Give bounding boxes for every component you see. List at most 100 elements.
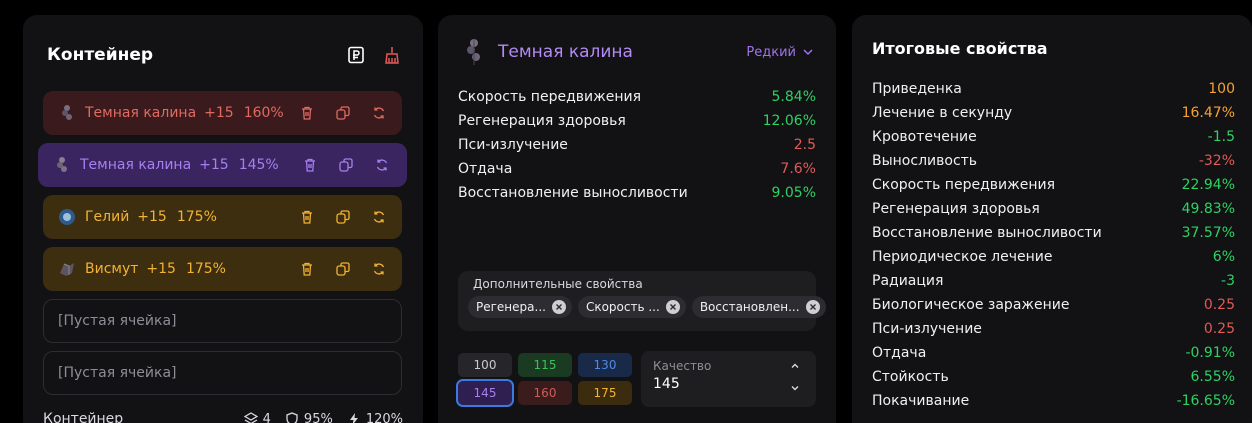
property-label: Пси-излучение xyxy=(458,137,568,153)
extra-property-chip[interactable]: Скорость ... xyxy=(577,296,686,318)
slot-name: Гелий xyxy=(85,209,130,225)
property-row: Лечение в секунду 16.47% xyxy=(872,101,1235,125)
close-icon[interactable] xyxy=(665,300,680,314)
container-slot[interactable]: Темная калина +15 160% xyxy=(43,91,402,135)
slots-value: 4 xyxy=(262,411,271,423)
copy-icon[interactable] xyxy=(336,210,350,224)
extra-property-chip[interactable]: Восстановлен... xyxy=(691,296,826,318)
property-row: Кровотечение -1.5 xyxy=(872,125,1235,149)
property-row: Отдача -0.91% xyxy=(872,341,1235,365)
empty-slot[interactable]: [Пустая ячейка] xyxy=(43,351,402,395)
slot-level: +15 xyxy=(199,157,229,173)
property-value: -3 xyxy=(1221,273,1235,289)
slot-level: +15 xyxy=(204,105,234,121)
property-row: Пси-излучение 0.25 xyxy=(872,317,1235,341)
property-value: -16.65% xyxy=(1176,393,1235,409)
trash-icon[interactable] xyxy=(300,210,314,224)
slot-level: +15 xyxy=(137,209,167,225)
copy-icon[interactable] xyxy=(336,106,350,120)
property-row: Стойкость 6.55% xyxy=(872,365,1235,389)
property-row: Покачивание -16.65% xyxy=(872,389,1235,413)
quality-button-160[interactable]: 160 xyxy=(518,381,572,405)
chevron-up-icon[interactable] xyxy=(790,361,800,371)
artifact-icon xyxy=(462,38,486,66)
helium-thumbnail-icon xyxy=(57,207,77,227)
property-row: Регенерация здоровья 12.06% xyxy=(458,109,816,133)
trash-icon[interactable] xyxy=(303,158,317,172)
copy-icon[interactable] xyxy=(339,158,353,172)
artifact-properties-list: Скорость передвижения 5.84% Регенерация зд… xyxy=(458,85,816,205)
trash-icon[interactable] xyxy=(300,262,314,276)
property-label: Отдача xyxy=(458,161,513,177)
totals-list: Приведенка 100 Лечение в секунду 16.47% Кров… xyxy=(872,77,1235,413)
copy-icon[interactable] xyxy=(336,262,350,276)
property-row: Биологическое заражение 0.25 xyxy=(872,293,1235,317)
container-slot-selected[interactable]: Темная калина +15 145% xyxy=(38,143,407,187)
chip-label: Восстановлен... xyxy=(699,300,800,314)
container-slot[interactable]: Гелий +15 175% xyxy=(43,195,402,239)
artifact-panel: Темная калина Редкий Скорость передвижен… xyxy=(438,15,836,423)
close-icon[interactable] xyxy=(805,300,820,314)
quality-button-175[interactable]: 175 xyxy=(578,381,632,405)
property-value: 37.57% xyxy=(1181,225,1235,241)
close-icon[interactable] xyxy=(551,300,566,314)
ruble-icon[interactable] xyxy=(347,46,365,64)
chevron-down-icon[interactable] xyxy=(790,383,800,393)
container-header: Контейнер xyxy=(47,43,401,67)
quality-value: 145 xyxy=(653,376,680,392)
slot-level: +15 xyxy=(146,261,176,277)
slot-name: Темная калина xyxy=(80,157,192,173)
totals-title: Итоговые свойства xyxy=(872,39,1048,58)
property-value: 0.25 xyxy=(1203,297,1235,313)
broom-icon[interactable] xyxy=(383,46,401,64)
slot-quality: 160% xyxy=(243,105,284,121)
property-value: -32% xyxy=(1198,153,1235,169)
layers-icon xyxy=(243,412,258,423)
slots-stat: 4 xyxy=(243,411,271,423)
property-label: Биологическое заражение xyxy=(872,297,1070,313)
artifact-thumbnail-icon xyxy=(52,155,72,175)
quality-button-100[interactable]: 100 xyxy=(458,353,512,377)
extra-properties: Дополнительные свойства Регенера... Скоро… xyxy=(458,271,826,331)
property-value: 6.55% xyxy=(1190,369,1235,385)
property-row: Восстановление выносливости 37.57% xyxy=(872,221,1235,245)
quality-button-grid: 100 115 130 145 160 175 xyxy=(456,353,634,407)
property-label: Кровотечение xyxy=(872,129,977,145)
speed-value: 120% xyxy=(365,411,403,423)
totals-panel: Итоговые свойства Приведенка 100 Лечение в… xyxy=(852,15,1252,423)
rarity-select[interactable]: Редкий xyxy=(746,45,814,60)
property-value: 9.05% xyxy=(771,185,816,201)
quality-button-130[interactable]: 130 xyxy=(578,353,632,377)
extra-property-chip[interactable]: Регенера... xyxy=(468,296,572,318)
quality-button-145[interactable]: 145 xyxy=(456,379,514,407)
slot-name: Висмут xyxy=(85,261,139,277)
property-value: 6% xyxy=(1212,249,1235,265)
extra-properties-chips: Регенера... Скорость ... Восстановлен... xyxy=(468,296,826,318)
property-row: Выносливость -32% xyxy=(872,149,1235,173)
property-label: Периодическое лечение xyxy=(872,249,1053,265)
property-row: Отдача 7.6% xyxy=(458,157,816,181)
empty-slot[interactable]: [Пустая ячейка] xyxy=(43,299,402,343)
empty-slot-label: [Пустая ячейка] xyxy=(58,365,177,381)
trash-icon[interactable] xyxy=(300,106,314,120)
property-value: -1.5 xyxy=(1207,129,1235,145)
quality-label: Качество xyxy=(653,359,712,373)
refresh-icon[interactable] xyxy=(372,106,386,120)
property-label: Восстановление выносливости xyxy=(458,185,688,201)
property-row: Пси-излучение 2.5 xyxy=(458,133,816,157)
property-value: 16.47% xyxy=(1181,105,1235,121)
slot-quality: 175% xyxy=(176,209,217,225)
refresh-icon[interactable] xyxy=(372,210,386,224)
chip-label: Регенера... xyxy=(476,300,546,314)
property-row: Скорость передвижения 5.84% xyxy=(458,85,816,109)
refresh-icon[interactable] xyxy=(375,158,389,172)
container-title: Контейнер xyxy=(47,45,154,65)
property-row: Восстановление выносливости 9.05% xyxy=(458,181,816,205)
property-label: Регенерация здоровья xyxy=(872,201,1040,217)
refresh-icon[interactable] xyxy=(372,262,386,276)
quality-button-115[interactable]: 115 xyxy=(518,353,572,377)
quality-stepper[interactable]: Качество 145 xyxy=(641,351,816,407)
extra-properties-title: Дополнительные свойства xyxy=(473,277,643,291)
container-slot[interactable]: Висмут +15 175% xyxy=(43,247,402,291)
property-label: Скорость передвижения xyxy=(872,177,1055,193)
